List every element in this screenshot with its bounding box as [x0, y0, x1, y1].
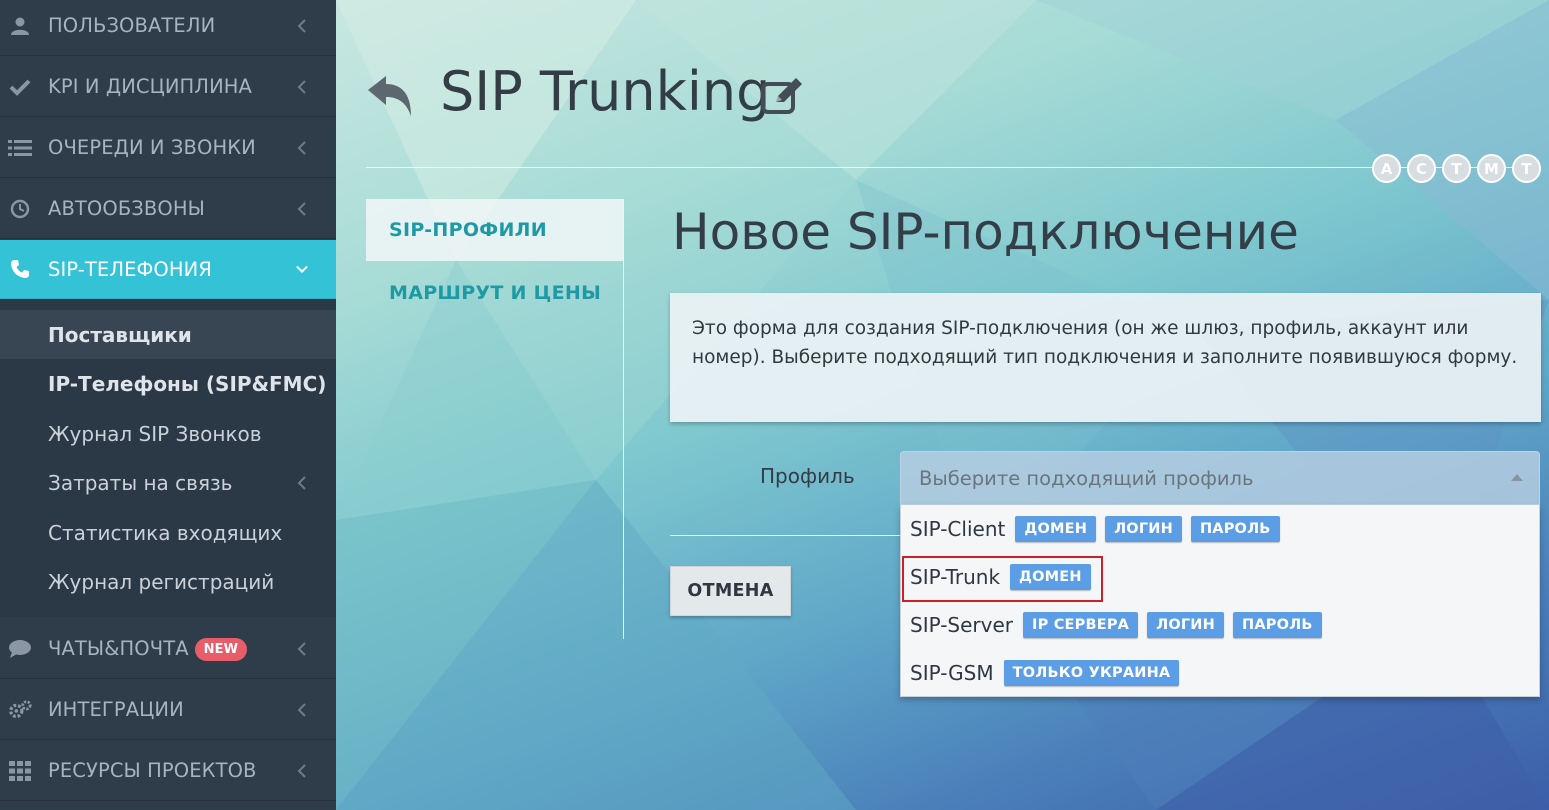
letter-circle[interactable]: A: [1372, 154, 1401, 183]
gears-icon: [8, 698, 32, 722]
submenu-item-label: IP-Телефоны (SIP&FMC): [48, 371, 327, 396]
chevron-left-icon: [296, 18, 308, 33]
vertical-tabs: SIP-ПРОФИЛИ МАРШРУТ И ЦЕНЫ: [366, 199, 624, 639]
sidebar-item-autodial[interactable]: АВТООБЗВОНЫ: [0, 179, 336, 239]
list-icon: [8, 136, 32, 160]
chevron-left-icon: [296, 79, 308, 94]
form-divider: [670, 535, 900, 536]
option-tag: ПАРОЛЬ: [1232, 612, 1322, 638]
sidebar-item-kpi[interactable]: KPI И ДИСЦИПЛИНА: [0, 57, 336, 117]
option-name: SIP-Trunk: [910, 565, 1001, 589]
profile-dropdown: SIP-Client ДОМЕН ЛОГИН ПАРОЛЬ SIP-Trunk …: [900, 505, 1540, 697]
sidebar-item-label: SIP-ТЕЛЕФОНИЯ: [48, 257, 212, 281]
submenu-item-incoming-stats[interactable]: Статистика входящих: [0, 508, 336, 557]
sidebar-item-label: ИНТЕГРАЦИИ: [48, 698, 184, 721]
select-placeholder: Выберите подходящий профиль: [919, 466, 1254, 490]
tab-route-prices[interactable]: МАРШРУТ И ЦЕНЫ: [366, 262, 623, 324]
submenu-item-providers[interactable]: Поставщики: [0, 310, 336, 359]
sidebar-item-label-wrap: ЧАТЫ&ПОЧТА NEW: [48, 637, 248, 661]
chevron-left-icon: [296, 641, 308, 656]
option-sip-client[interactable]: SIP-Client ДОМЕН ЛОГИН ПАРОЛЬ: [901, 505, 1539, 553]
sidebar-item-queues[interactable]: ОЧЕРЕДИ И ЗВОНКИ: [0, 118, 336, 178]
check-icon: [8, 75, 32, 99]
option-name: SIP-Client: [910, 517, 1006, 541]
chevron-left-icon: [296, 475, 308, 490]
edit-icon[interactable]: [760, 76, 804, 116]
letter-circle[interactable]: M: [1477, 154, 1506, 183]
sidebar-item-label: ЧАТЫ&ПОЧТА: [48, 637, 189, 660]
chevron-down-icon: [296, 263, 308, 275]
grid-icon: [8, 759, 32, 783]
option-tag: ДОМЕН: [1010, 564, 1091, 590]
phone-icon: [8, 257, 32, 281]
letter-circles: A C T M T: [1372, 154, 1541, 183]
info-text: Это форма для создания SIP-подключения (…: [692, 318, 1518, 368]
option-tag: ЛОГИН: [1147, 612, 1224, 638]
main-content: SIP Trunking A C T M T SIP-ПРОФИЛИ МАРШР…: [336, 0, 1549, 810]
sidebar-item-project-resources[interactable]: РЕСУРСЫ ПРОЕКТОВ: [0, 741, 336, 801]
sidebar: ПОЛЬЗОВАТЕЛИ KPI И ДИСЦИПЛИНА ОЧЕРЕДИ И …: [0, 0, 336, 810]
option-name: SIP-Server: [910, 613, 1014, 637]
chevron-left-icon: [296, 201, 308, 216]
sidebar-item-chats-mail[interactable]: ЧАТЫ&ПОЧТА NEW: [0, 619, 336, 679]
chevron-left-icon: [296, 140, 308, 155]
sidebar-item-sip-telephony[interactable]: SIP-ТЕЛЕФОНИЯ: [0, 240, 336, 299]
sidebar-item-label: ОЧЕРЕДИ И ЗВОНКИ: [48, 136, 256, 159]
submenu-item-registration-log[interactable]: Журнал регистраций: [0, 557, 336, 606]
submenu-item-label: Затраты на связь: [48, 470, 233, 495]
profile-select[interactable]: Выберите подходящий профиль: [900, 451, 1540, 505]
option-tag: ТОЛЬКО УКРАИНА: [1003, 660, 1180, 686]
option-sip-server[interactable]: SIP-Server IP СЕРВЕРА ЛОГИН ПАРОЛЬ: [901, 601, 1539, 649]
letter-circle[interactable]: T: [1512, 154, 1541, 183]
sip-submenu: Поставщики IP-Телефоны (SIP&FMC) Журнал …: [0, 299, 336, 617]
letter-circle[interactable]: T: [1442, 154, 1471, 183]
option-tag: ДОМЕН: [1015, 516, 1097, 542]
new-badge: NEW: [194, 638, 248, 661]
sidebar-item-label: ПОЛЬЗОВАТЕЛИ: [48, 14, 216, 37]
option-sip-trunk[interactable]: SIP-Trunk ДОМЕН: [901, 553, 1539, 601]
sidebar-item-label: АВТООБЗВОНЫ: [48, 197, 205, 220]
title-divider: [366, 167, 1516, 168]
caret-up-icon: [1511, 474, 1523, 481]
submenu-item-label: Журнал регистраций: [48, 569, 275, 594]
cancel-button[interactable]: ОТМЕНА: [670, 566, 791, 616]
page-title: SIP Trunking: [440, 60, 771, 123]
option-name: SIP-GSM: [910, 661, 994, 685]
chevron-left-icon: [296, 702, 308, 717]
sidebar-item-label: РЕСУРСЫ ПРОЕКТОВ: [48, 759, 257, 782]
chat-icon: [8, 637, 32, 661]
option-sip-gsm[interactable]: SIP-GSM ТОЛЬКО УКРАИНА: [901, 649, 1539, 697]
back-arrow-icon[interactable]: [366, 74, 414, 118]
letter-circle[interactable]: C: [1407, 154, 1436, 183]
sidebar-item-integrations[interactable]: ИНТЕГРАЦИИ: [0, 680, 336, 740]
clock-icon: [8, 197, 32, 221]
submenu-item-ip-phones[interactable]: IP-Телефоны (SIP&FMC): [0, 359, 336, 408]
option-tag: ЛОГИН: [1105, 516, 1182, 542]
submenu-item-sip-call-log[interactable]: Журнал SIP Звонков: [0, 409, 336, 458]
option-tag: ПАРОЛЬ: [1190, 516, 1280, 542]
submenu-item-label: Поставщики: [48, 322, 192, 347]
option-tag: IP СЕРВЕРА: [1023, 612, 1139, 638]
chevron-left-icon: [296, 763, 308, 778]
sidebar-item-users[interactable]: ПОЛЬЗОВАТЕЛИ: [0, 0, 336, 56]
submenu-item-label: Статистика входящих: [48, 520, 283, 545]
submenu-item-costs[interactable]: Затраты на связь: [0, 458, 336, 507]
form-title: Новое SIP-подключение: [672, 203, 1299, 261]
user-icon: [8, 14, 32, 38]
info-box: Это форма для создания SIP-подключения (…: [670, 293, 1541, 422]
profile-label: Профиль: [760, 464, 855, 488]
sidebar-item-label: KPI И ДИСЦИПЛИНА: [48, 75, 252, 98]
submenu-item-label: Журнал SIP Звонков: [48, 421, 262, 446]
tab-sip-profiles[interactable]: SIP-ПРОФИЛИ: [366, 199, 623, 261]
